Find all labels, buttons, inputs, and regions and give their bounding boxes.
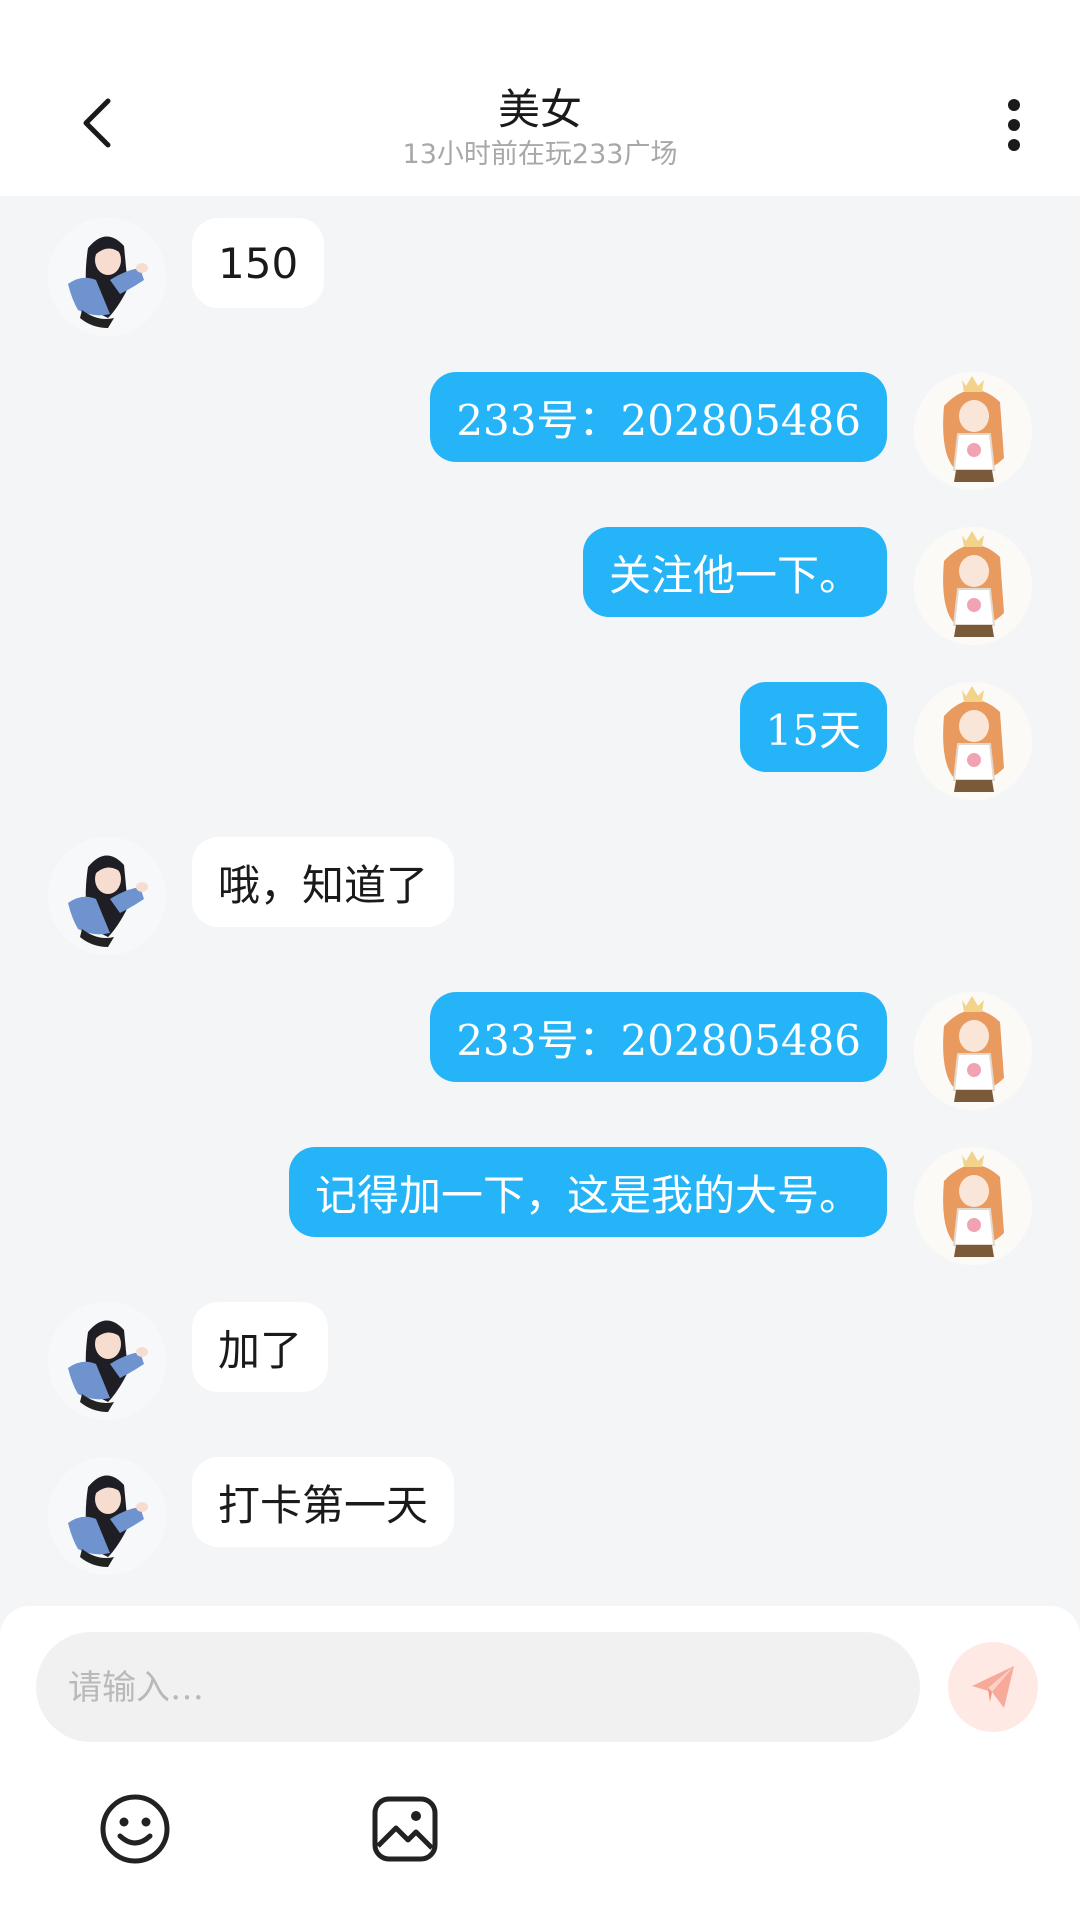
user-avatar-image	[914, 992, 1032, 1110]
message-text: 哦，知道了	[218, 860, 429, 910]
chat-header: 美女 13小时前在玩233广场	[0, 0, 1080, 196]
avatar[interactable]	[914, 992, 1032, 1110]
message-input[interactable]	[66, 1632, 890, 1744]
message-row: 233号：202805486	[0, 350, 1080, 490]
message-row: 记得加一下，这是我的大号。	[0, 1125, 1080, 1265]
message-row: 哦，知道了	[0, 815, 1080, 955]
outgoing-message-bubble[interactable]: 233号：202805486	[430, 372, 887, 462]
chat-screen: 美女 13小时前在玩233广场 150 233号：202805486 关注他一下…	[0, 0, 1080, 1920]
user-avatar-image	[914, 1147, 1032, 1265]
message-text: 加了	[218, 1325, 303, 1375]
contact-avatar-image	[48, 218, 166, 336]
message-input-container[interactable]	[36, 1632, 920, 1744]
avatar[interactable]	[48, 1457, 166, 1575]
message-row: 233号：202805486	[0, 970, 1080, 1110]
image-icon	[372, 1796, 438, 1862]
outgoing-message-bubble[interactable]: 233号：202805486	[430, 992, 887, 1082]
user-avatar-image	[914, 372, 1032, 490]
contact-avatar-image	[48, 1457, 166, 1575]
paper-plane-icon	[972, 1666, 1014, 1708]
message-text: 记得加一下，这是我的大号。	[314, 1170, 861, 1220]
message-text: 233号：202805486	[456, 395, 861, 445]
message-text: 15天	[765, 705, 861, 755]
emoji-button[interactable]	[98, 1792, 172, 1866]
message-text: 233号：202805486	[456, 1015, 861, 1065]
message-row: 150	[0, 196, 1080, 336]
vertical-dots-icon	[1008, 99, 1020, 151]
avatar[interactable]	[48, 837, 166, 955]
message-row: 打卡第一天	[0, 1435, 1080, 1575]
avatar[interactable]	[48, 218, 166, 336]
avatar[interactable]	[914, 527, 1032, 645]
avatar[interactable]	[914, 1147, 1032, 1265]
message-row: 加了	[0, 1280, 1080, 1420]
message-row: 关注他一下。	[0, 505, 1080, 645]
incoming-message-bubble[interactable]: 150	[192, 218, 325, 308]
image-button[interactable]	[368, 1792, 442, 1866]
contact-avatar-image	[48, 1302, 166, 1420]
avatar[interactable]	[914, 372, 1032, 490]
avatar[interactable]	[914, 682, 1032, 800]
message-composer	[0, 1606, 1080, 1920]
contact-status: 13小时前在玩233广场	[402, 139, 678, 170]
send-button[interactable]	[948, 1642, 1038, 1732]
smiley-icon	[100, 1794, 170, 1864]
message-list: 150 233号：202805486 关注他一下。 15天 哦，知道了 233号…	[0, 196, 1080, 1606]
message-text: 关注他一下。	[608, 550, 861, 600]
outgoing-message-bubble[interactable]: 15天	[739, 682, 887, 772]
avatar[interactable]	[48, 1302, 166, 1420]
user-avatar-image	[914, 527, 1032, 645]
incoming-message-bubble[interactable]: 打卡第一天	[192, 1457, 455, 1547]
contact-name: 美女	[497, 85, 582, 134]
contact-avatar-image	[48, 837, 166, 955]
incoming-message-bubble[interactable]: 哦，知道了	[192, 837, 455, 927]
user-avatar-image	[914, 682, 1032, 800]
message-text: 打卡第一天	[218, 1480, 429, 1530]
more-options-button[interactable]	[986, 95, 1042, 155]
message-text: 150	[218, 238, 299, 288]
message-row: 15天	[0, 660, 1080, 800]
outgoing-message-bubble[interactable]: 关注他一下。	[582, 527, 887, 617]
outgoing-message-bubble[interactable]: 记得加一下，这是我的大号。	[288, 1147, 887, 1237]
incoming-message-bubble[interactable]: 加了	[192, 1302, 329, 1392]
